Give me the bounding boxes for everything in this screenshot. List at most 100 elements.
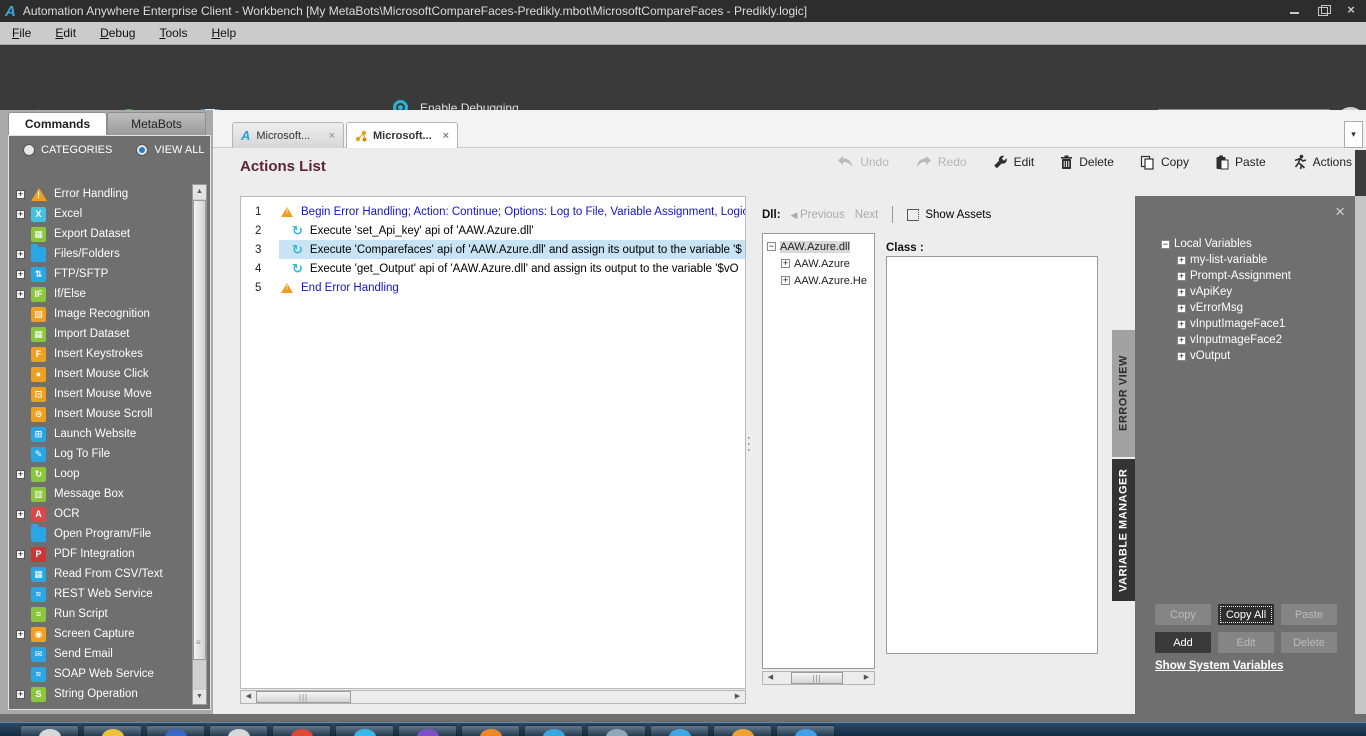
expand-icon[interactable]: + xyxy=(16,189,25,199)
radio-categories[interactable]: CATEGORIES xyxy=(23,144,112,156)
sidebar-item-export-dataset[interactable]: +▦Export Dataset xyxy=(9,224,191,244)
variable-my-list-variable[interactable]: + my-list-variable xyxy=(1157,252,1291,268)
sidebar-item-soap-web-service[interactable]: +≈SOAP Web Service xyxy=(9,664,191,684)
menu-edit[interactable]: Edit xyxy=(43,22,88,45)
sidebar-item-string-operation[interactable]: + S String Operation xyxy=(9,684,191,704)
tab-variable-manager[interactable]: VARIABLE MANAGER xyxy=(1112,459,1135,601)
variable-prompt-assignment[interactable]: + Prompt-Assignment xyxy=(1157,268,1291,284)
sidebar-scrollbar[interactable]: ▲ ≡ ▼ xyxy=(192,184,207,705)
close-panel-icon[interactable]: × xyxy=(1335,202,1345,222)
dll-tree-root[interactable]: − AAW.Azure.dll xyxy=(763,238,874,255)
sidebar-item-insert-keystrokes[interactable]: +FInsert Keystrokes xyxy=(9,344,191,364)
dll-tree-node-aaw-azure[interactable]: + AAW.Azure xyxy=(763,255,874,272)
action-row-1[interactable]: 1 Begin Error Handling; Action: Continue;… xyxy=(241,202,745,221)
expand-icon[interactable]: + xyxy=(16,509,25,519)
local-variables-root[interactable]: − Local Variables xyxy=(1157,236,1291,252)
menu-help[interactable]: Help xyxy=(199,22,248,45)
expand-icon[interactable]: + xyxy=(1177,335,1186,345)
taskbar-browser-red[interactable] xyxy=(272,725,331,736)
sidebar-item-run-script[interactable]: +≡Run Script xyxy=(9,604,191,624)
dll-tree-hscrollbar[interactable]: ◀ ||| ▶ xyxy=(762,671,875,685)
actions-hscrollbar[interactable]: ◀ ||| ▶ xyxy=(240,690,746,704)
tab-error-view[interactable]: ERROR VIEW xyxy=(1112,330,1135,457)
menu-debug[interactable]: Debug xyxy=(88,22,147,45)
paste-button[interactable]: Paste xyxy=(1215,155,1266,170)
radio-icon[interactable] xyxy=(23,144,35,156)
variable-vinputmageface2[interactable]: + vInputmageFace2 xyxy=(1157,332,1291,348)
class-listbox[interactable] xyxy=(886,256,1098,654)
variable-verrormsg[interactable]: + vErrorMsg xyxy=(1157,300,1291,316)
action-row-4[interactable]: 4 ↻ Execute 'get_Output' api of 'AAW.Azure… xyxy=(241,259,745,278)
scroll-right-icon[interactable]: ▶ xyxy=(731,691,744,703)
copy-button[interactable]: Copy xyxy=(1155,604,1211,625)
expand-icon[interactable]: + xyxy=(1177,319,1186,329)
variable-voutput[interactable]: + vOutput xyxy=(1157,348,1291,364)
taskbar-media-player[interactable] xyxy=(146,725,205,736)
sidebar-item-pdf-integration[interactable]: + P PDF Integration xyxy=(9,544,191,564)
expand-icon[interactable]: + xyxy=(781,276,790,285)
expand-icon[interactable]: + xyxy=(16,249,25,259)
paste-button[interactable]: Paste xyxy=(1281,604,1337,625)
sidebar-item-insert-mouse-move[interactable]: +⊡Insert Mouse Move xyxy=(9,384,191,404)
delete-button[interactable]: Delete xyxy=(1060,155,1114,170)
sidebar-item-rest-web-service[interactable]: +≈REST Web Service xyxy=(9,584,191,604)
scroll-thumb[interactable]: ||| xyxy=(256,691,351,703)
sidebar-item-terminal-emulator[interactable]: +>Terminal Emulator xyxy=(9,704,191,707)
taskbar-app-blue[interactable] xyxy=(650,725,709,736)
action-row-2[interactable]: 2 ↻ Execute 'set_Api_key' api of 'AAW.Azur… xyxy=(241,221,745,240)
expand-icon[interactable]: + xyxy=(1177,303,1186,313)
edit-button[interactable]: Edit xyxy=(993,155,1034,170)
menu-file[interactable]: File xyxy=(0,22,43,45)
radio-view-all[interactable]: VIEW ALL xyxy=(136,144,204,156)
redo-button[interactable]: Redo xyxy=(915,155,967,169)
expand-icon[interactable]: + xyxy=(16,469,25,479)
taskbar-start-orb[interactable] xyxy=(20,725,79,736)
scroll-thumb[interactable]: ≡ xyxy=(193,200,206,660)
taskbar-app-orange[interactable] xyxy=(461,725,520,736)
expand-icon[interactable]: + xyxy=(16,629,25,639)
menu-tools[interactable]: Tools xyxy=(147,22,199,45)
sidebar-tab-metabots[interactable]: MetaBots xyxy=(107,112,206,135)
action-row-5[interactable]: 5 End Error Handling xyxy=(241,278,745,297)
copy-all-button[interactable]: Copy All xyxy=(1218,604,1274,625)
minimize-button[interactable] xyxy=(1288,3,1302,17)
sidebar-item-if-else[interactable]: + IF If/Else xyxy=(9,284,191,304)
sidebar-item-error-handling[interactable]: +Error Handling xyxy=(9,184,191,204)
sidebar-item-launch-website[interactable]: +⊞Launch Website xyxy=(9,424,191,444)
panel-splitter[interactable]: · · · xyxy=(747,433,751,456)
sidebar-item-log-to-file[interactable]: +✎Log To File xyxy=(9,444,191,464)
close-tab-icon[interactable]: × xyxy=(329,130,335,142)
scroll-right-icon[interactable]: ▶ xyxy=(860,672,873,684)
variable-vinputimageface1[interactable]: + vInputImageFace1 xyxy=(1157,316,1291,332)
sidebar-item-screen-capture[interactable]: + ◉ Screen Capture xyxy=(9,624,191,644)
restore-button[interactable] xyxy=(1316,3,1331,17)
close-button[interactable]: × xyxy=(1344,3,1358,17)
radio-icon[interactable] xyxy=(136,144,149,156)
tab-list-dropdown[interactable]: ▾ xyxy=(1344,121,1363,148)
expand-icon[interactable]: + xyxy=(16,289,25,299)
sidebar-item-files-folders[interactable]: + Files/Folders xyxy=(9,243,191,264)
sidebar-item-open-program-file[interactable]: +Open Program/File xyxy=(9,523,191,544)
sidebar-item-import-dataset[interactable]: +▦Import Dataset xyxy=(9,324,191,344)
sidebar-item-ftp-sftp[interactable]: + ⇅ FTP/SFTP xyxy=(9,264,191,284)
undo-button[interactable]: Undo xyxy=(837,155,889,169)
expand-icon[interactable]: + xyxy=(16,549,25,559)
expand-icon[interactable]: + xyxy=(1177,255,1186,265)
taskbar-folder[interactable] xyxy=(83,725,142,736)
sidebar-tab-commands[interactable]: Commands xyxy=(8,112,107,135)
add-button[interactable]: Add xyxy=(1155,632,1211,653)
scroll-left-icon[interactable]: ◀ xyxy=(242,691,255,703)
scroll-up-icon[interactable]: ▲ xyxy=(193,185,206,199)
taskbar-internet-explorer[interactable] xyxy=(776,725,835,736)
sidebar-item-message-box[interactable]: +▥Message Box xyxy=(9,484,191,504)
copy-button[interactable]: Copy xyxy=(1140,155,1189,170)
edit-button[interactable]: Edit xyxy=(1218,632,1274,653)
taskbar-firefox[interactable] xyxy=(713,725,772,736)
sidebar-item-image-recognition[interactable]: +▨Image Recognition xyxy=(9,304,191,324)
close-tab-icon[interactable]: × xyxy=(443,130,449,142)
expand-icon[interactable]: + xyxy=(781,259,790,268)
taskbar-keyboard[interactable] xyxy=(209,725,268,736)
taskbar-app-gray-blue[interactable] xyxy=(587,725,646,736)
expand-icon[interactable]: + xyxy=(1177,287,1186,297)
taskbar-twitter-bird[interactable] xyxy=(335,725,394,736)
